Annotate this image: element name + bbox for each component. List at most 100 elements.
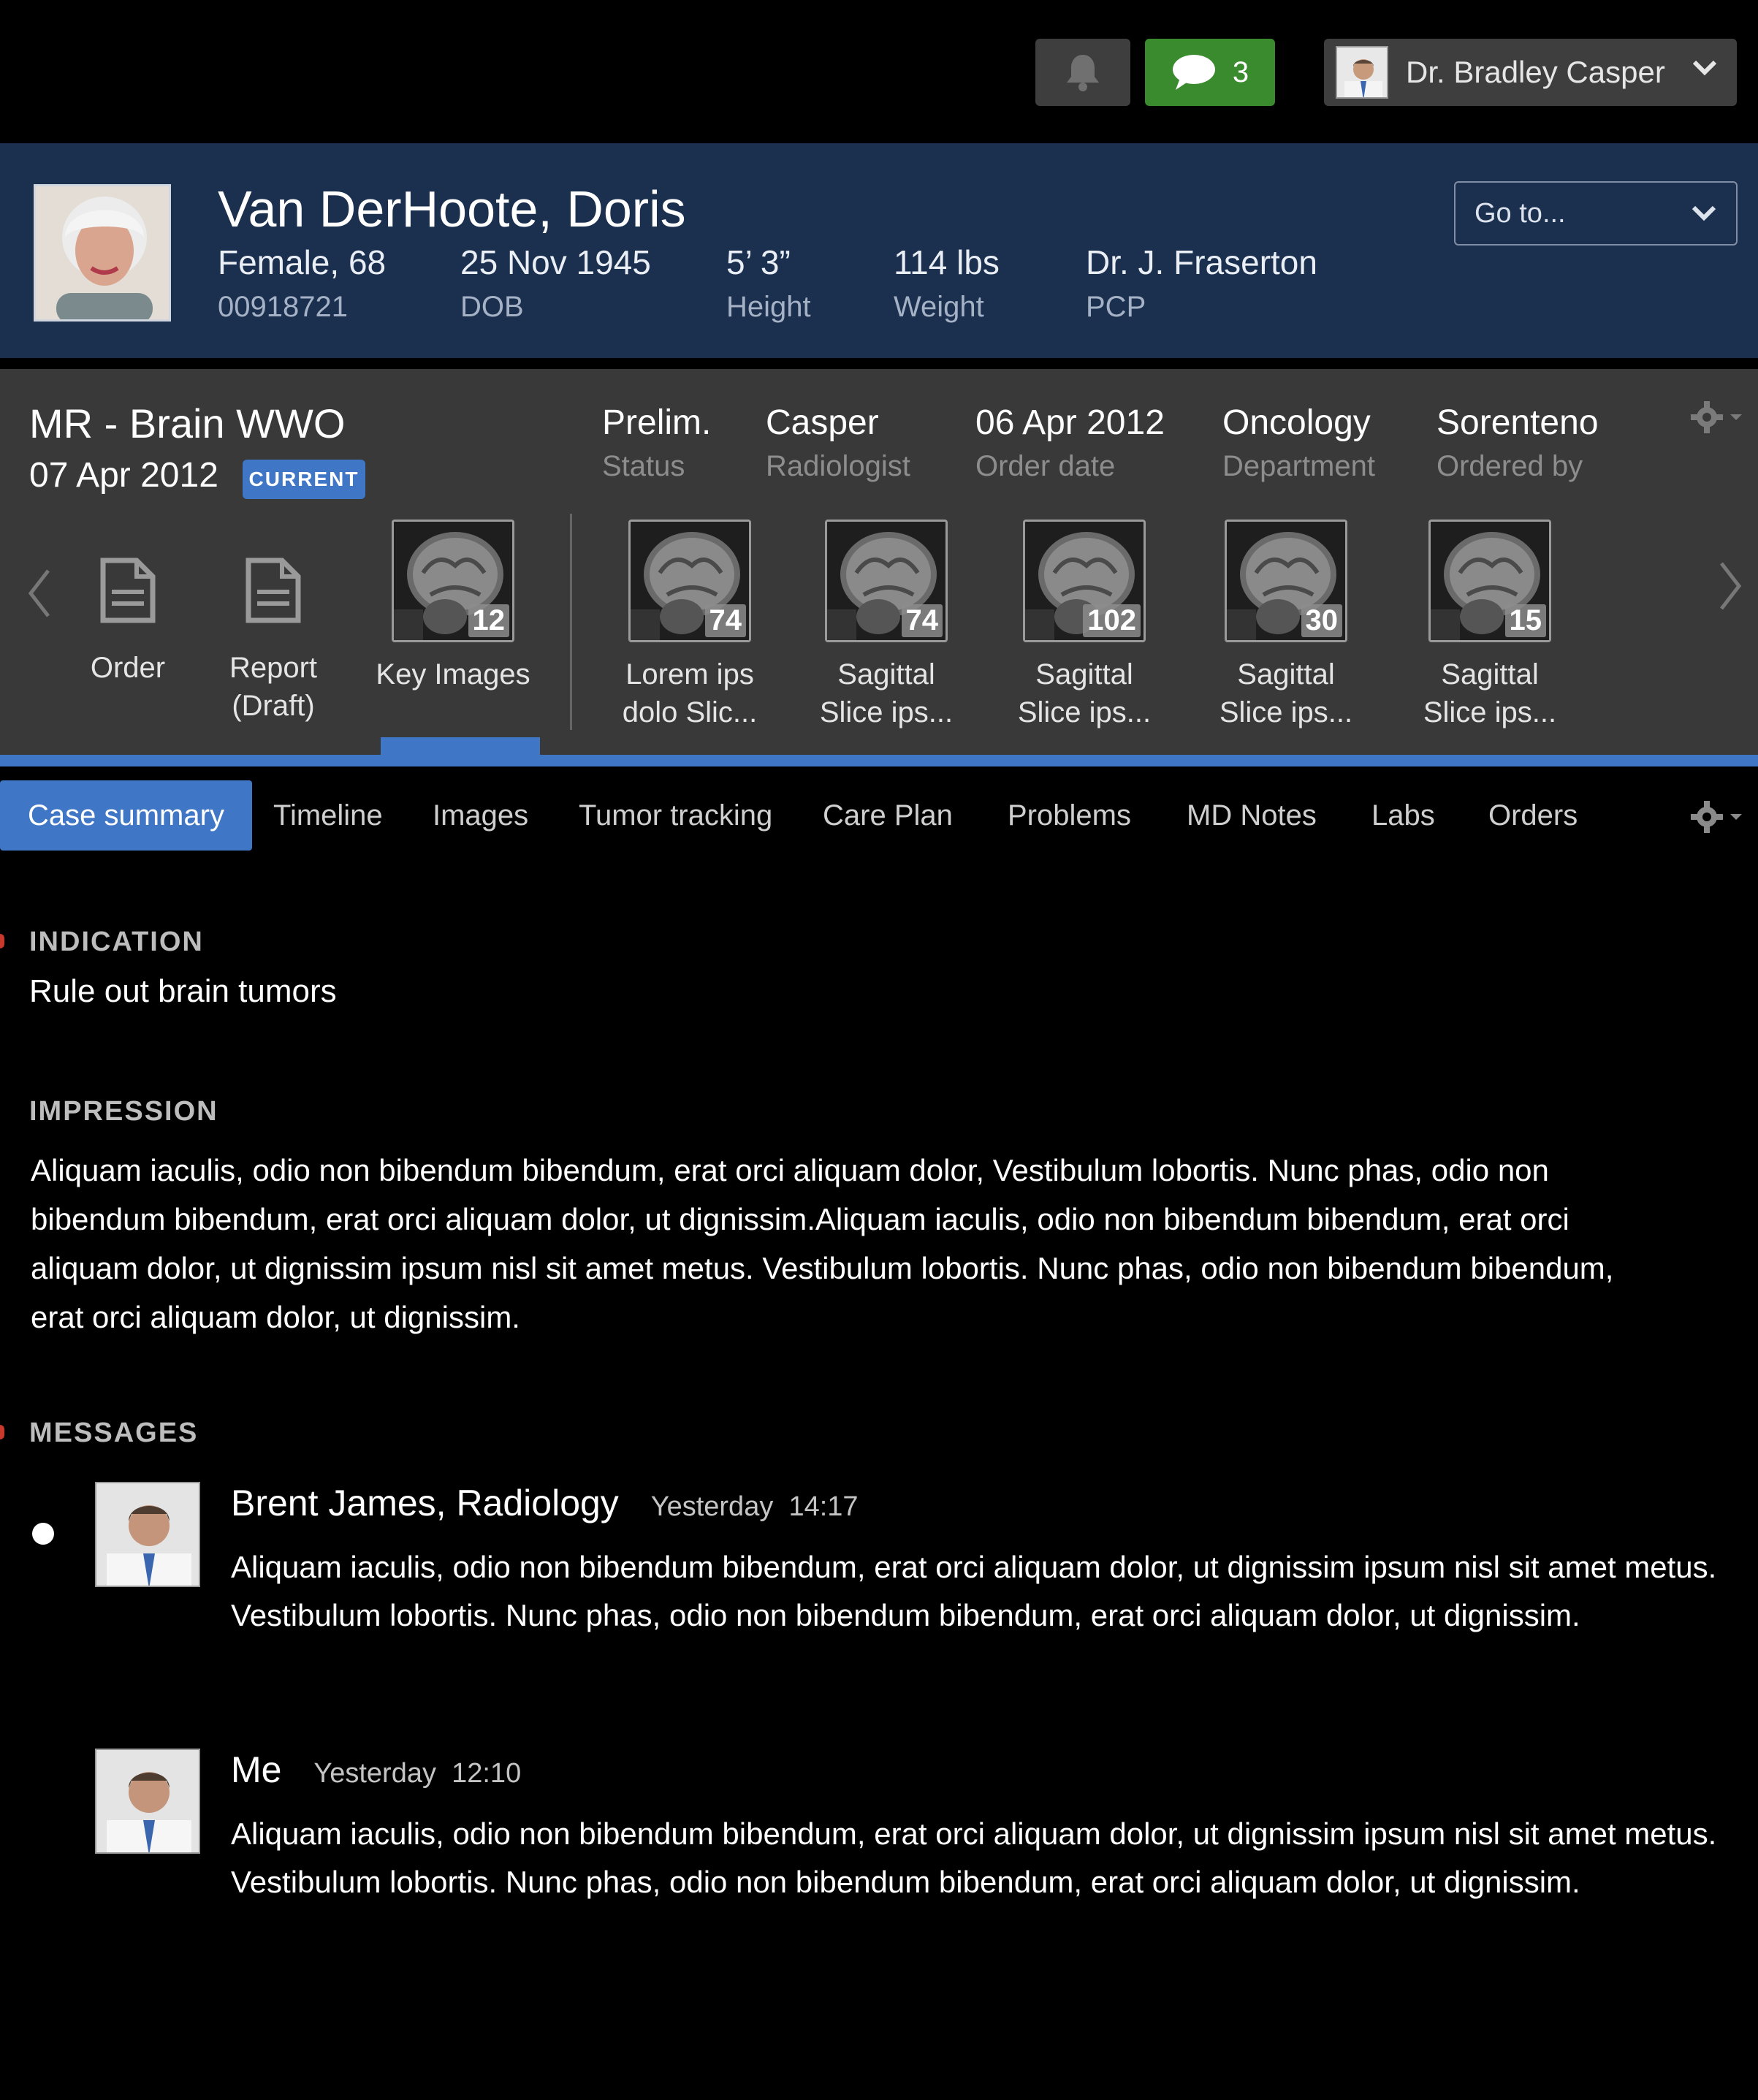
message-time: 12:10	[452, 1758, 522, 1789]
series-label: Sagittal Slice ips...	[1004, 655, 1165, 731]
series-thumb[interactable]: 74 Lorem ips dolo Slic...	[609, 520, 770, 731]
section-marker	[0, 934, 4, 948]
image-count: 30	[1301, 604, 1342, 637]
radiologist-label: Radiologist	[766, 450, 910, 482]
tab-labs[interactable]: Labs	[1371, 780, 1435, 851]
tab-images[interactable]: Images	[433, 780, 528, 851]
radiologist-value: Casper	[766, 403, 879, 442]
user-name: Dr. Bradley Casper	[1406, 55, 1665, 89]
section-marker	[0, 1425, 4, 1439]
patient-sex-age: Female, 68	[218, 243, 387, 281]
avatar	[95, 1749, 200, 1854]
dob-value: 25 Nov 1945	[460, 243, 651, 281]
tab-md-notes[interactable]: MD Notes	[1187, 780, 1317, 851]
exam-panel: MR - Brain WWO 07 Apr 2012 CURRENT Preli…	[0, 369, 1758, 756]
bell-icon	[1067, 55, 1099, 91]
chevron-left-icon[interactable]	[26, 568, 53, 619]
message-count: 3	[1232, 56, 1249, 88]
pcp-value: Dr. J. Fraserton	[1086, 243, 1317, 281]
series-label-line1: Sagittal	[1441, 658, 1539, 691]
series-label: Sagittal Slice ips...	[1206, 655, 1366, 731]
message-day: Yesterday	[313, 1758, 436, 1789]
impression-text: Aliquam iaculis, odio non bibendum biben…	[31, 1153, 1614, 1334]
image-count: 15	[1504, 604, 1546, 637]
patient-mrn: 00918721	[218, 291, 348, 323]
brain-mri-thumbnail: 74	[825, 520, 948, 642]
key-images-label: Key Images	[376, 658, 530, 691]
exam-radiologist: Casper Radiologist	[766, 403, 910, 483]
top-bar: 3 Dr. Bradley Casper	[0, 0, 1758, 143]
tab-bar: Case summary Timeline Images Tumor track…	[0, 780, 1758, 851]
series-label-line2: Slice ips...	[1017, 696, 1152, 728]
message-timestamp: Yesterday 14:17	[651, 1491, 859, 1522]
series-label-line2: Slice ips...	[1423, 696, 1557, 728]
thumbnail-divider	[570, 514, 572, 730]
brain-mri-thumbnail: 102	[1023, 520, 1146, 642]
notifications-button[interactable]	[1035, 39, 1130, 106]
series-label-line2: Slice ips...	[1219, 696, 1353, 728]
image-count: 74	[901, 604, 943, 637]
report-label: Report (Draft)	[222, 649, 324, 725]
order-document[interactable]: Order	[80, 558, 175, 687]
message-day: Yesterday	[650, 1491, 774, 1522]
tab-orders[interactable]: Orders	[1488, 780, 1578, 851]
exam-status: Prelim. Status	[602, 403, 711, 483]
messages-button[interactable]: 3	[1145, 39, 1275, 106]
series-label: Lorem ips dolo Slic...	[609, 655, 770, 731]
ordered-by-label: Ordered by	[1437, 450, 1583, 482]
message-body: Aliquam iaculis, odio non bibendum biben…	[231, 1816, 1717, 1899]
message-time: 14:17	[788, 1491, 859, 1522]
series-thumb[interactable]: 74 Sagittal Slice ips...	[806, 520, 967, 731]
order-label: Order	[90, 652, 166, 684]
status-value: Prelim.	[602, 403, 712, 442]
series-thumb[interactable]: 102 Sagittal Slice ips...	[1004, 520, 1165, 731]
chevron-right-icon[interactable]	[1717, 560, 1743, 612]
brain-mri-thumbnail: 30	[1225, 520, 1347, 642]
department-label: Department	[1222, 450, 1375, 482]
tab-tumor-tracking[interactable]: Tumor tracking	[579, 780, 772, 851]
exam-department: Oncology Department	[1222, 403, 1375, 483]
series-label: Sagittal Slice ips...	[806, 655, 967, 731]
series-thumb[interactable]: 15 Sagittal Slice ips...	[1409, 520, 1570, 731]
series-label-line2: Slice ips...	[819, 696, 954, 728]
patient-header: Van DerHoote, Doris Female, 68 00918721 …	[0, 143, 1758, 358]
weight-value: 114 lbs	[894, 243, 1000, 281]
message-author: Brent James, Radiology	[231, 1483, 619, 1523]
tab-care-plan[interactable]: Care Plan	[823, 780, 953, 851]
chat-bubble-icon	[1172, 55, 1215, 90]
series-label-line1: Sagittal	[1237, 658, 1335, 691]
series-thumb[interactable]: 30 Sagittal Slice ips...	[1206, 520, 1366, 731]
image-count: 74	[704, 604, 746, 637]
gear-icon[interactable]	[1691, 799, 1749, 836]
patient-name: Van DerHoote, Doris	[218, 180, 686, 237]
goto-dropdown[interactable]: Go to...	[1454, 181, 1738, 246]
series-label-line2: dolo Slic...	[622, 696, 758, 728]
chevron-down-icon	[1692, 60, 1717, 76]
key-images-thumb[interactable]: 12 Key Images	[373, 520, 533, 693]
unread-indicator	[32, 1523, 54, 1545]
goto-label: Go to...	[1474, 197, 1566, 229]
brain-mri-thumbnail: 15	[1428, 520, 1551, 642]
exam-title: MR - Brain WWO	[29, 400, 346, 446]
order-date-label: Order date	[975, 450, 1116, 482]
series-label-line1: Lorem ips	[625, 658, 754, 691]
messages-heading: MESSAGES	[29, 1418, 199, 1448]
patient-pcp: Dr. J. Fraserton PCP	[1086, 243, 1317, 324]
status-label: Status	[602, 450, 685, 482]
series-label: Sagittal Slice ips...	[1409, 655, 1570, 731]
tab-problems[interactable]: Problems	[1008, 780, 1131, 851]
patient-photo	[34, 184, 171, 322]
tab-timeline[interactable]: Timeline	[273, 780, 383, 851]
patient-height: 5’ 3” Height	[726, 243, 811, 324]
brain-mri-thumbnail: 12	[392, 520, 514, 642]
user-menu[interactable]: Dr. Bradley Casper	[1324, 39, 1737, 106]
tab-case-summary[interactable]: Case summary	[0, 780, 252, 851]
gear-icon[interactable]	[1691, 400, 1749, 436]
report-document[interactable]: Report (Draft)	[222, 558, 324, 725]
height-value: 5’ 3”	[726, 243, 791, 281]
patient-weight: 114 lbs Weight	[894, 243, 1000, 324]
ordered-by-value: Sorenteno	[1437, 403, 1599, 442]
patient-demographics: Female, 68 00918721	[218, 243, 386, 324]
department-value: Oncology	[1222, 403, 1371, 442]
weight-label: Weight	[894, 291, 984, 323]
